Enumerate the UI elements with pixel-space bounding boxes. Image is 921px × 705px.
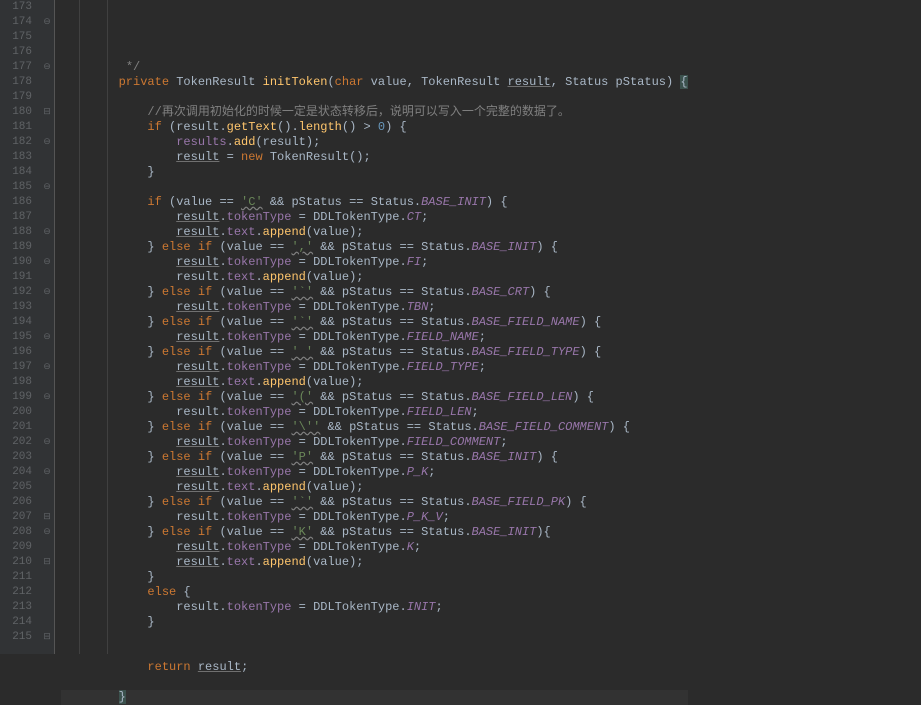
fold-gutter[interactable]: ⊖⊖⊟⊖⊖⊖⊖⊖⊖⊖⊖⊖⊖⊟⊖⊟⊟	[40, 0, 55, 654]
code-line[interactable]	[61, 180, 688, 195]
code-line[interactable]: result.text.append(value);	[61, 375, 688, 390]
code-line[interactable]: result.tokenType = DDLTokenType.P_K;	[61, 465, 688, 480]
code-editor[interactable]: 1731741751761771781791801811821831841851…	[0, 0, 921, 654]
code-line[interactable]: result.text.append(value);	[61, 270, 688, 285]
code-line[interactable]	[61, 630, 688, 645]
code-line[interactable]	[61, 645, 688, 660]
code-line[interactable]: } else if (value == ',' && pStatus == St…	[61, 240, 688, 255]
code-line[interactable]: if (value == 'C' && pStatus == Status.BA…	[61, 195, 688, 210]
code-line[interactable]: result.tokenType = DDLTokenType.CT;	[61, 210, 688, 225]
code-line[interactable]: result.tokenType = DDLTokenType.TBN;	[61, 300, 688, 315]
code-line[interactable]: if (result.getText().length() > 0) {	[61, 120, 688, 135]
code-line[interactable]	[61, 675, 688, 690]
code-line[interactable]: */	[61, 60, 688, 75]
code-line[interactable]: } else if (value == 'P' && pStatus == St…	[61, 450, 688, 465]
code-line[interactable]: return result;	[61, 660, 688, 675]
code-line[interactable]: else {	[61, 585, 688, 600]
code-line[interactable]: }	[61, 570, 688, 585]
code-line[interactable]: } else if (value == 'K' && pStatus == St…	[61, 525, 688, 540]
code-line[interactable]: result.tokenType = DDLTokenType.FIELD_CO…	[61, 435, 688, 450]
code-line[interactable]	[61, 90, 688, 105]
code-line[interactable]: } else if (value == '\'' && pStatus == S…	[61, 420, 688, 435]
code-line[interactable]: result.text.append(value);	[61, 480, 688, 495]
code-line[interactable]: result.text.append(value);	[61, 225, 688, 240]
code-line[interactable]: result.tokenType = DDLTokenType.FIELD_NA…	[61, 330, 688, 345]
code-line[interactable]: result.tokenType = DDLTokenType.P_K_V;	[61, 510, 688, 525]
code-line[interactable]: } else if (value == '`' && pStatus == St…	[61, 285, 688, 300]
code-line[interactable]: result.text.append(value);	[61, 555, 688, 570]
code-line[interactable]: result = new TokenResult();	[61, 150, 688, 165]
code-line[interactable]: } else if (value == '`' && pStatus == St…	[61, 495, 688, 510]
code-line[interactable]: result.tokenType = DDLTokenType.K;	[61, 540, 688, 555]
code-line[interactable]: result.tokenType = DDLTokenType.FIELD_TY…	[61, 360, 688, 375]
code-line[interactable]: result.tokenType = DDLTokenType.FI;	[61, 255, 688, 270]
code-line[interactable]: } else if (value == '(' && pStatus == St…	[61, 390, 688, 405]
code-line[interactable]: //再次调用初始化的时候一定是状态转移后，说明可以写入一个完整的数据了。	[61, 105, 688, 120]
line-number-gutter: 1731741751761771781791801811821831841851…	[0, 0, 40, 654]
code-line[interactable]: } else if (value == '`' && pStatus == St…	[61, 315, 688, 330]
code-area[interactable]: */ private TokenResult initToken(char va…	[55, 0, 688, 654]
code-line[interactable]: result.tokenType = DDLTokenType.INIT;	[61, 600, 688, 615]
code-line[interactable]: } else if (value == ' ' && pStatus == St…	[61, 345, 688, 360]
code-line[interactable]: }	[61, 165, 688, 180]
code-line[interactable]: }	[61, 615, 688, 630]
code-line[interactable]: result.tokenType = DDLTokenType.FIELD_LE…	[61, 405, 688, 420]
code-line[interactable]: private TokenResult initToken(char value…	[61, 75, 688, 90]
code-line[interactable]: results.add(result);	[61, 135, 688, 150]
code-line[interactable]: }	[61, 690, 688, 705]
